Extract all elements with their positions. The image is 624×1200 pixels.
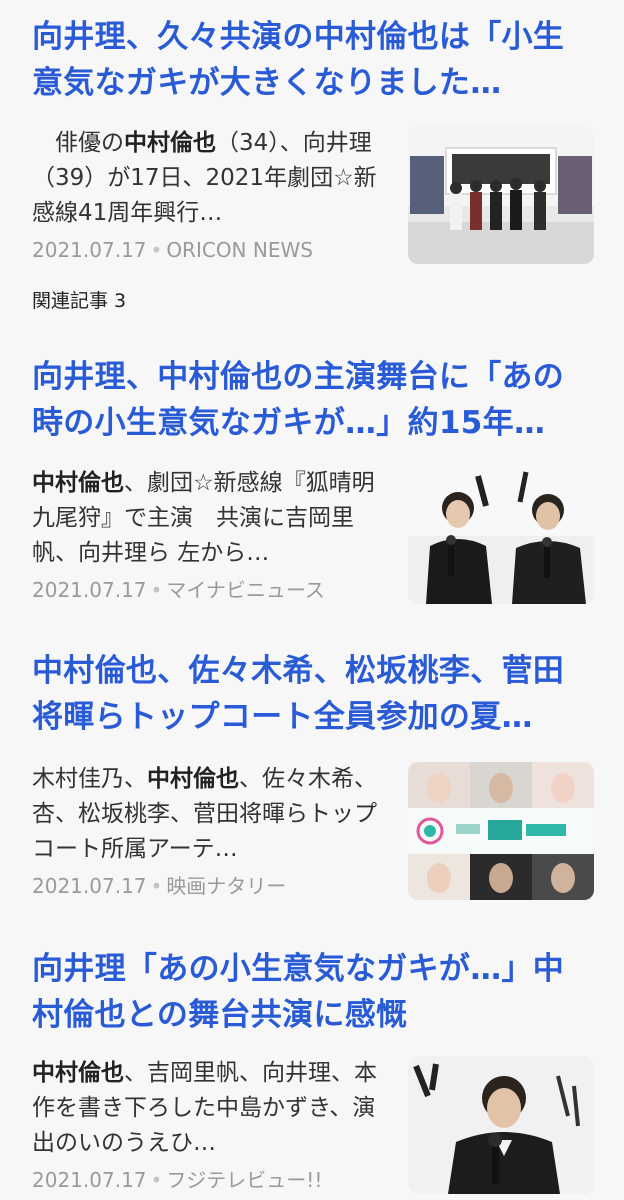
article-meta: 2021.07.17 • ORICON NEWS bbox=[32, 238, 313, 262]
related-articles-link[interactable]: 関連記事 3 bbox=[32, 286, 592, 312]
article-thumbnail[interactable] bbox=[408, 1056, 594, 1194]
two-actors-microphones-photo-icon bbox=[408, 466, 594, 604]
article-source: フジテレビュー!! bbox=[166, 1168, 323, 1192]
stage-group-photo-icon bbox=[408, 126, 594, 264]
article-meta: 2021.07.17 • フジテレビュー!! bbox=[32, 1168, 323, 1192]
article-card[interactable]: 向井理「あの小生意気なガキが…」中村倫也との舞台共演に感慨 中村倫也、吉岡里帆、… bbox=[0, 946, 624, 1194]
article-snippet: 木村佳乃、中村倫也、佐々木希、杏、松坂桃李、菅田将暉らトップコート所属アーテ… bbox=[32, 766, 377, 862]
article-title[interactable]: 中村倫也、佐々木希、松坂桃李、菅田将暉らトップコート全員参加の夏… bbox=[32, 648, 592, 740]
article-title[interactable]: 向井理、中村倫也の主演舞台に「あの時の小生意気なガキが…」約15年… bbox=[32, 354, 592, 446]
topcoat-natsumatsuri-collage-icon bbox=[408, 762, 594, 900]
article-source: 映画ナタリー bbox=[166, 874, 287, 898]
article-thumbnail[interactable] bbox=[408, 466, 594, 604]
article-source: ORICON NEWS bbox=[166, 238, 313, 262]
article-title[interactable]: 向井理、久々共演の中村倫也は「小生意気なガキが大きくなりました… bbox=[32, 14, 592, 106]
article-thumbnail[interactable] bbox=[408, 762, 594, 900]
article-meta: 2021.07.17 • 映画ナタリー bbox=[32, 874, 287, 898]
article-thumbnail[interactable] bbox=[408, 126, 594, 264]
article-date: 2021.07.17 bbox=[32, 578, 147, 602]
article-snippet: 中村倫也、吉岡里帆、向井理、本作を書き下ろした中島かずき、演出のいのうえひ… bbox=[32, 1060, 377, 1156]
article-date: 2021.07.17 bbox=[32, 238, 147, 262]
article-card[interactable]: 向井理、久々共演の中村倫也は「小生意気なガキが大きくなりました… 俳優の中村倫也… bbox=[0, 14, 624, 312]
actor-microphone-photo-icon bbox=[408, 1056, 594, 1194]
news-feed: 向井理、久々共演の中村倫也は「小生意気なガキが大きくなりました… 俳優の中村倫也… bbox=[0, 0, 624, 1200]
article-source: マイナビニュース bbox=[166, 578, 325, 602]
article-title[interactable]: 向井理「あの小生意気なガキが…」中村倫也との舞台共演に感慨 bbox=[32, 946, 592, 1038]
article-card[interactable]: 中村倫也、佐々木希、松坂桃李、菅田将暉らトップコート全員参加の夏… 木村佳乃、中… bbox=[0, 648, 624, 900]
article-date: 2021.07.17 bbox=[32, 1168, 147, 1192]
article-snippet: 中村倫也、劇団☆新感線『狐晴明九尾狩』で主演 共演に吉岡里帆、向井理ら 左から… bbox=[32, 470, 375, 566]
article-snippet: 俳優の中村倫也（34）、向井理（39）が17日、2021年劇団☆新感線41周年興… bbox=[32, 130, 377, 226]
article-meta: 2021.07.17 • マイナビニュース bbox=[32, 578, 325, 602]
article-card[interactable]: 向井理、中村倫也の主演舞台に「あの時の小生意気なガキが…」約15年… 中村倫也、… bbox=[0, 354, 624, 604]
article-date: 2021.07.17 bbox=[32, 874, 147, 898]
